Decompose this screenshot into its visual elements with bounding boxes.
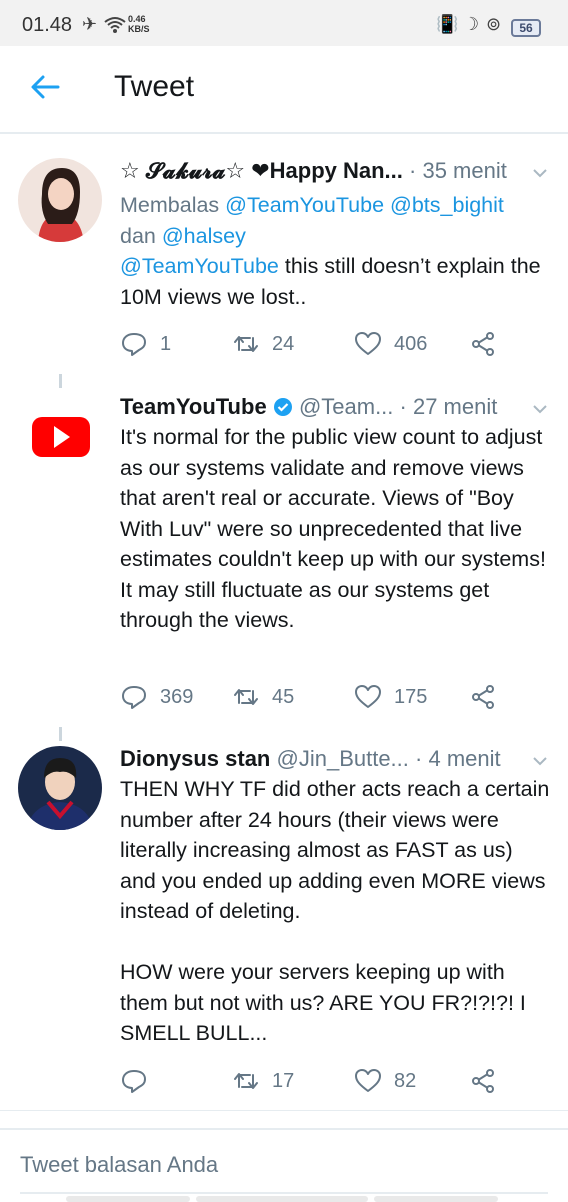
status-bar: 01.48 ✈ 0.46 KB/S 📳 ☽ ⊚ 56 <box>0 0 568 46</box>
tweet-text: Membalas @TeamYouTube @bts_bighit dan @h… <box>120 190 550 312</box>
tweet-header: ☆ 𝓢𝓪𝓴𝓾𝓻𝓪☆ ❤Happy Nan... · 35 menit <box>120 158 507 184</box>
tweet-actions: 1 24 406 <box>120 328 500 360</box>
page-title: Tweet <box>114 70 195 103</box>
reply-count: 1 <box>160 332 172 355</box>
chevron-down-icon[interactable] <box>532 756 548 766</box>
reply-composer[interactable]: Tweet balasan Anda <box>0 1128 568 1202</box>
share-icon <box>472 332 494 356</box>
retweet-button[interactable]: 24 <box>232 328 294 360</box>
avatar[interactable] <box>18 746 102 830</box>
mention-link[interactable]: @TeamYouTube <box>120 254 279 278</box>
top-bar: Tweet <box>0 46 568 134</box>
like-button[interactable]: 82 <box>354 1065 416 1097</box>
retweet-icon <box>234 1073 258 1089</box>
reply-mention-halsey[interactable]: @halsey <box>162 224 246 248</box>
reply-icon <box>122 1070 146 1093</box>
share-icon <box>472 685 494 709</box>
tweet-actions: 369 45 175 <box>120 681 500 713</box>
display-name[interactable]: ☆ 𝓢𝓪𝓴𝓾𝓻𝓪☆ ❤Happy Nan... <box>120 158 403 183</box>
share-button[interactable] <box>470 681 498 713</box>
reply-icon <box>122 686 146 709</box>
like-count: 406 <box>394 332 428 355</box>
thread-line <box>59 374 62 388</box>
avatar[interactable] <box>18 394 102 478</box>
battery-icon: 56 <box>511 19 541 37</box>
like-count: 82 <box>394 1069 417 1092</box>
tweet-item[interactable]: ☆ 𝓢𝓪𝓴𝓾𝓻𝓪☆ ❤Happy Nan... · 35 menit Memba… <box>0 158 568 368</box>
airplane-icon: ✈ <box>82 14 98 34</box>
share-icon <box>472 1069 494 1093</box>
reply-and: dan <box>120 223 162 248</box>
like-button[interactable]: 406 <box>354 328 427 360</box>
reply-button[interactable]: 369 <box>120 681 193 713</box>
youtube-logo-icon <box>18 394 102 478</box>
timestamp[interactable]: · 27 menit <box>400 394 498 419</box>
reply-input-underline <box>20 1192 548 1194</box>
tweet-header: TeamYouTube @Team... · 27 menit <box>120 394 497 420</box>
tweet-text: THEN WHY TF did other acts reach a certa… <box>120 777 550 1045</box>
retweet-button[interactable]: 45 <box>232 681 294 713</box>
retweet-count: 17 <box>272 1069 295 1092</box>
verified-badge-icon <box>273 398 292 416</box>
nav-indicator <box>196 1196 368 1202</box>
retweet-count: 45 <box>272 685 295 708</box>
reply-label: Membalas <box>120 193 226 217</box>
retweet-icon <box>234 336 258 352</box>
like-count: 175 <box>394 685 428 708</box>
thread-line <box>59 727 62 741</box>
network-speed: 0.46 KB/S <box>128 14 150 34</box>
vibrate-icon: 📳 <box>436 14 459 34</box>
tweet-text: It's normal for the public view count to… <box>120 425 546 632</box>
wifi-icon <box>104 17 126 33</box>
like-button[interactable]: 175 <box>354 681 427 713</box>
nav-indicator <box>374 1196 498 1202</box>
chevron-down-icon[interactable] <box>532 168 548 178</box>
heart-icon <box>355 685 381 708</box>
divider <box>0 1110 568 1111</box>
moon-icon: ☽ <box>463 14 480 34</box>
reply-count: 369 <box>160 685 194 708</box>
tweet-item[interactable]: Dionysus stan @Jin_Butte... · 4 menit TH… <box>0 746 568 1106</box>
user-handle[interactable]: @Team... <box>299 394 393 419</box>
retweet-count: 24 <box>272 332 295 355</box>
tweet-actions: 17 82 <box>120 1065 500 1097</box>
retweet-icon <box>234 689 258 705</box>
retweet-button[interactable]: 17 <box>232 1065 294 1097</box>
tweet-item[interactable]: TeamYouTube @Team... · 27 menit It's nor… <box>0 394 568 714</box>
back-arrow-icon[interactable] <box>28 70 62 104</box>
chevron-down-icon[interactable] <box>532 404 548 414</box>
reply-icon <box>122 333 146 356</box>
timestamp[interactable]: · 35 menit <box>409 158 507 183</box>
heart-icon <box>355 1069 381 1092</box>
status-time: 01.48 <box>22 14 73 36</box>
display-name[interactable]: TeamYouTube <box>120 394 267 419</box>
lock-rotation-icon: ⊚ <box>486 14 502 34</box>
display-name[interactable]: Dionysus stan <box>120 746 270 771</box>
reply-mentions[interactable]: @TeamYouTube @bts_bighit <box>225 193 504 217</box>
nav-indicator <box>66 1196 190 1202</box>
reply-button[interactable] <box>120 1065 160 1097</box>
reply-button[interactable]: 1 <box>120 328 171 360</box>
heart-icon <box>355 332 381 355</box>
avatar[interactable] <box>18 158 102 242</box>
reply-input[interactable]: Tweet balasan Anda <box>20 1152 218 1178</box>
tweet-header: Dionysus stan @Jin_Butte... · 4 menit <box>120 746 501 772</box>
share-button[interactable] <box>470 1065 498 1097</box>
timestamp[interactable]: · 4 menit <box>415 746 501 771</box>
share-button[interactable] <box>470 328 498 360</box>
user-handle[interactable]: @Jin_Butte... <box>277 746 409 771</box>
